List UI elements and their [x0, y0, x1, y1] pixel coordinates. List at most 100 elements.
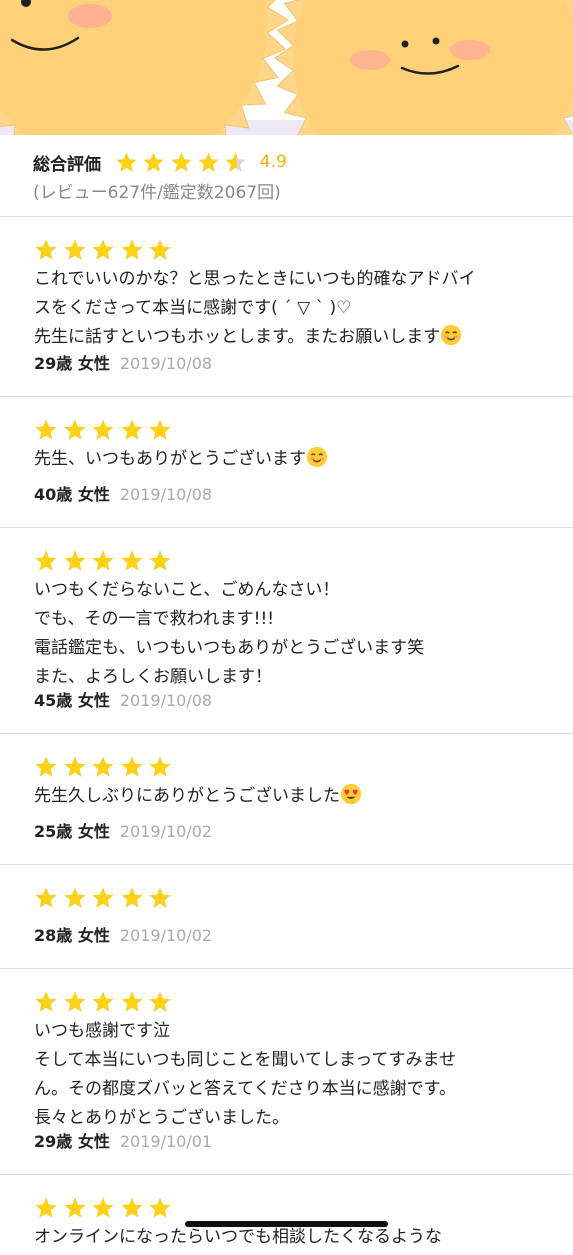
review-meta: 40歳 女性 2019/10/08 — [34, 481, 212, 505]
review-star-rating — [34, 754, 539, 780]
review-meta: 45歳 女性 2019/10/08 — [34, 687, 212, 711]
review-text-line: いつも感謝です泣 — [34, 1021, 170, 1041]
sun-characters-illustration — [0, 0, 573, 135]
smiling-face-emoji-icon — [306, 446, 328, 468]
review-item: いつもくだらないこと、ごめんなさい！ でも、その一言で救われます!!! 電話鑑定… — [0, 528, 573, 734]
star-icon — [64, 1197, 86, 1218]
review-text-line: これでいいのかな？と思ったときにいつも的確なアドバイ — [34, 269, 476, 289]
reviewer-age-gender: 40歳 女性 — [34, 485, 110, 504]
star-icon — [149, 991, 171, 1012]
review-item: 28歳 女性 2019/10/02 — [0, 865, 573, 969]
review-star-rating — [34, 237, 539, 263]
review-star-rating — [34, 1195, 539, 1221]
review-text: いつも感謝です泣 そして本当にいつも同じことを聞いてしまってすみませ ん。その都… — [34, 1017, 539, 1133]
star-icon — [92, 756, 114, 777]
review-star-rating — [34, 417, 539, 443]
star-icon — [149, 550, 171, 571]
review-text: これでいいのかな？と思ったときにいつも的確なアドバイ スをくださって本当に感謝で… — [34, 265, 539, 352]
star-icon — [92, 419, 114, 440]
star-icon — [64, 887, 86, 908]
review-text-line: でも、その一言で救われます!!! — [34, 609, 275, 629]
review-date: 2019/10/02 — [119, 822, 213, 841]
review-meta: 25歳 女性 2019/10/02 — [34, 818, 212, 842]
star-icon — [35, 550, 57, 571]
star-icon — [92, 887, 114, 908]
star-icon — [35, 239, 57, 260]
review-text-line: オンラインになったらいつでも相談したくなるような — [34, 1227, 442, 1247]
reviewer-age-gender: 45歳 女性 — [34, 691, 110, 710]
review-text: 先生、いつもありがとうございます — [34, 445, 539, 474]
star-icon — [64, 756, 86, 777]
review-counts: (レビュー627件/鑑定数2067回) — [33, 183, 281, 203]
review-text-line: いつもくだらないこと、ごめんなさい！ — [34, 580, 340, 600]
star-icon — [143, 151, 164, 172]
review-star-rating — [34, 989, 539, 1015]
review-text-line: 先生久しぶりにありがとうございました — [34, 786, 340, 806]
review-text-line: 電話鑑定も、いつもいつもありがとうございます笑 — [34, 638, 425, 658]
star-icon — [121, 1197, 143, 1218]
review-item: 先生久しぶりにありがとうございました 25歳 女性 2019/10/02 — [0, 734, 573, 865]
star-icon — [121, 419, 143, 440]
review-text-line: ん。その都度ズバッと答えてくださり本当に感謝です。 — [34, 1079, 456, 1099]
star-icon — [116, 151, 137, 172]
star-icon — [149, 419, 171, 440]
review-text-line: 先生に話すといつもホッとします。またお願いします — [34, 327, 441, 347]
reviewer-age-gender: 29歳 女性 — [34, 354, 110, 373]
star-icon — [121, 550, 143, 571]
review-text-line: また、よろしくお願いします！ — [34, 667, 272, 687]
star-icon — [35, 419, 57, 440]
review-date: 2019/10/02 — [119, 926, 213, 945]
star-icon — [92, 550, 114, 571]
review-text: いつもくだらないこと、ごめんなさい！ でも、その一言で救われます!!! 電話鑑定… — [34, 576, 539, 692]
star-icon — [35, 991, 57, 1012]
review-date: 2019/10/08 — [119, 354, 213, 373]
star-icon — [121, 239, 143, 260]
review-item: 先生、いつもありがとうございます 40歳 女性 2019/10/08 — [0, 397, 573, 528]
review-list: これでいいのかな？と思ったときにいつも的確なアドバイ スをくださって本当に感謝で… — [0, 217, 573, 1255]
star-icon — [92, 239, 114, 260]
review-date: 2019/10/08 — [119, 485, 213, 504]
smiling-face-emoji-icon — [441, 324, 462, 346]
star-icon — [35, 887, 57, 908]
heart-eyes-face-emoji-icon — [340, 783, 362, 805]
review-text-line: 長々とありがとうございました。 — [34, 1108, 289, 1128]
reviewer-age-gender: 29歳 女性 — [34, 1132, 110, 1151]
review-text-line: スをくださって本当に感謝です( ´ ▽ ` )♡ — [34, 298, 352, 318]
star-icon — [64, 550, 86, 571]
rating-summary: 総合評価 4.9 (レビュー627件/鑑定数2067回) — [33, 148, 553, 203]
review-date: 2019/10/08 — [119, 691, 213, 710]
star-icon — [64, 991, 86, 1012]
overall-score: 4.9 — [259, 152, 287, 172]
review-meta: 29歳 女性 2019/10/08 — [34, 350, 212, 374]
star-icon — [225, 151, 246, 172]
star-icon — [92, 991, 114, 1012]
star-icon — [92, 1197, 114, 1218]
review-text: オンラインになったらいつでも相談したくなるような — [34, 1223, 539, 1252]
star-icon — [121, 887, 143, 908]
reviewer-age-gender: 25歳 女性 — [34, 822, 110, 841]
star-icon — [149, 756, 171, 777]
overall-rating-label: 総合評価 — [33, 154, 101, 175]
reviewer-age-gender: 28歳 女性 — [34, 926, 110, 945]
review-text: 先生久しぶりにありがとうございました — [34, 782, 539, 811]
star-icon — [35, 756, 57, 777]
overall-star-rating — [115, 151, 252, 174]
star-icon — [198, 151, 219, 172]
star-icon — [149, 239, 171, 260]
star-icon — [121, 991, 143, 1012]
star-icon — [64, 419, 86, 440]
star-icon — [121, 756, 143, 777]
star-icon — [64, 239, 86, 260]
review-meta: 29歳 女性 2019/10/01 — [34, 1128, 212, 1152]
review-item: これでいいのかな？と思ったときにいつも的確なアドバイ スをくださって本当に感謝で… — [0, 217, 573, 397]
star-icon — [149, 1197, 171, 1218]
header-banner — [0, 0, 573, 135]
review-date: 2019/10/01 — [119, 1132, 213, 1151]
star-icon — [35, 1197, 57, 1218]
review-text-line: 先生、いつもありがとうございます — [34, 449, 306, 469]
review-item: いつも感謝です泣 そして本当にいつも同じことを聞いてしまってすみませ ん。その都… — [0, 969, 573, 1175]
star-icon — [149, 887, 171, 908]
star-icon — [171, 151, 192, 172]
review-star-rating — [34, 885, 539, 911]
review-meta: 28歳 女性 2019/10/02 — [34, 922, 212, 946]
